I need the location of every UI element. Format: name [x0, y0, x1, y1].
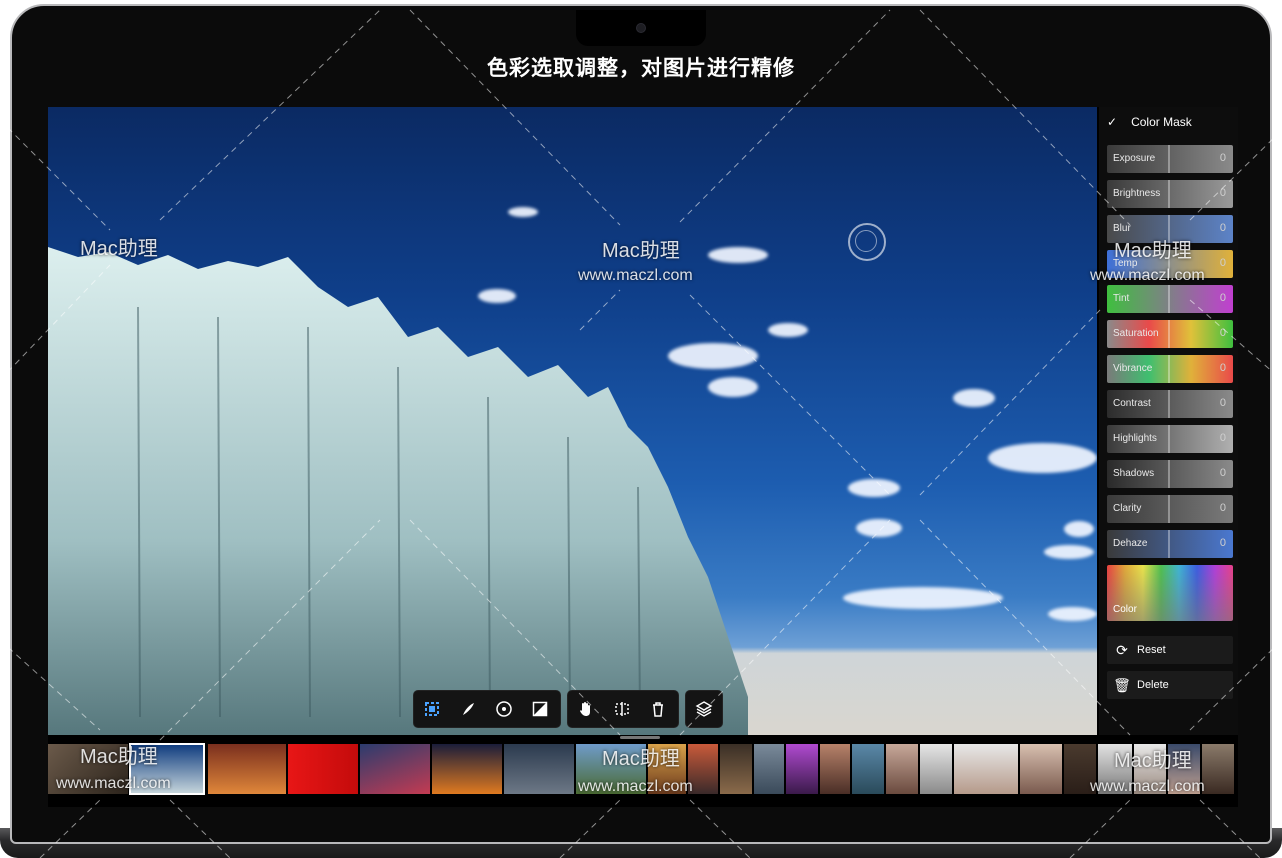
- color-picker[interactable]: Color: [1107, 565, 1233, 621]
- slider-thumb[interactable]: [1168, 320, 1170, 348]
- filmstrip-thumbnail[interactable]: [432, 744, 502, 794]
- slider-value: 0: [1219, 397, 1226, 409]
- slider-saturation[interactable]: Saturation 0: [1107, 320, 1233, 348]
- watermark-url: www.maczl.com: [578, 267, 693, 284]
- panel-header[interactable]: ✓ Color Mask: [1107, 115, 1192, 129]
- select-icon[interactable]: [414, 691, 450, 727]
- slider-label: Blur: [1113, 223, 1131, 234]
- watermark-url: www.maczl.com: [1090, 778, 1205, 795]
- slider-label: Saturation: [1113, 328, 1159, 339]
- filmstrip-thumbnail[interactable]: [1020, 744, 1062, 794]
- color-label: Color: [1113, 604, 1137, 615]
- radial-icon[interactable]: [486, 691, 522, 727]
- slider-label: Exposure: [1113, 153, 1156, 164]
- mask-tools-group: [414, 691, 560, 727]
- slider-thumb[interactable]: [1168, 390, 1170, 418]
- slider-value: 0: [1219, 502, 1226, 514]
- panel-title: Color Mask: [1131, 115, 1192, 129]
- delete-button[interactable]: 🗑 Delete: [1107, 671, 1233, 699]
- brush-icon[interactable]: [450, 691, 486, 727]
- slider-shadows[interactable]: Shadows 0: [1107, 460, 1233, 488]
- watermark-brand: Mac助理: [80, 746, 158, 768]
- slider-highlights[interactable]: Highlights 0: [1107, 425, 1233, 453]
- photo-canvas[interactable]: [48, 107, 1097, 735]
- check-icon[interactable]: ✓: [1107, 115, 1117, 129]
- watermark-url: www.maczl.com: [1090, 267, 1205, 284]
- adjustment-panel: ✓ Color Mask Exposure 0 Brightness 0 Blur 0 Te…: [1099, 107, 1238, 735]
- split-icon[interactable]: [604, 691, 640, 727]
- slider-brightness[interactable]: Brightness 0: [1107, 180, 1233, 208]
- reset-button[interactable]: ⟳ Reset: [1107, 636, 1233, 664]
- slider-value: 0: [1219, 187, 1226, 199]
- slider-label: Shadows: [1113, 468, 1155, 479]
- trash-icon: 🗑: [1113, 676, 1131, 693]
- watermark-brand: Mac助理: [1114, 240, 1192, 262]
- filmstrip-thumbnail[interactable]: [288, 744, 358, 794]
- watermark-brand: Mac助理: [602, 240, 680, 262]
- slider-value: 0: [1219, 152, 1226, 164]
- filmstrip-thumbnail[interactable]: [886, 744, 918, 794]
- slider-label: Clarity: [1113, 503, 1142, 514]
- slider-contrast[interactable]: Contrast 0: [1107, 390, 1233, 418]
- slider-thumb[interactable]: [1168, 285, 1170, 313]
- slider-thumb[interactable]: [1168, 460, 1170, 488]
- trash-icon[interactable]: [640, 691, 676, 727]
- slider-vibrance[interactable]: Vibrance 0: [1107, 355, 1233, 383]
- slider-dehaze[interactable]: Dehaze 0: [1107, 530, 1233, 558]
- camera-icon: [637, 24, 645, 32]
- slider-value: 0: [1219, 327, 1226, 339]
- slider-thumb[interactable]: [1168, 495, 1170, 523]
- slider-clarity[interactable]: Clarity 0: [1107, 495, 1233, 523]
- watermark-url: www.maczl.com: [578, 778, 693, 795]
- slider-thumb[interactable]: [1168, 355, 1170, 383]
- slider-value: 0: [1219, 257, 1226, 269]
- caption: 色彩选取调整，对图片进行精修: [487, 57, 795, 80]
- watermark-brand: Mac助理: [80, 238, 158, 260]
- filmstrip-thumbnail[interactable]: [754, 744, 784, 794]
- reset-icon: ⟳: [1116, 641, 1128, 658]
- filmstrip-thumbnail[interactable]: [852, 744, 884, 794]
- edit-tools-group: [568, 691, 678, 727]
- filmstrip-thumbnail[interactable]: [954, 744, 1018, 794]
- watermark-brand: Mac助理: [602, 748, 680, 770]
- slider-value: 0: [1219, 467, 1226, 479]
- layers-icon[interactable]: [686, 691, 722, 727]
- radial-mask-handle[interactable]: [848, 223, 886, 261]
- slider-value: 0: [1219, 292, 1226, 304]
- slider-exposure[interactable]: Exposure 0: [1107, 145, 1233, 173]
- slider-value: 0: [1219, 537, 1226, 549]
- filmstrip-thumbnail[interactable]: [504, 744, 574, 794]
- slider-thumb[interactable]: [1168, 425, 1170, 453]
- slider-label: Tint: [1113, 293, 1130, 304]
- filmstrip-thumbnail[interactable]: [786, 744, 818, 794]
- slider-tint[interactable]: Tint 0: [1107, 285, 1233, 313]
- frosted-forest: [48, 247, 748, 735]
- filmstrip-thumbnail[interactable]: [820, 744, 850, 794]
- slider-thumb[interactable]: [1168, 145, 1170, 173]
- slider-value: 0: [1219, 222, 1226, 234]
- slider-label: Contrast: [1113, 398, 1151, 409]
- slider-value: 0: [1219, 362, 1226, 374]
- slider-thumb[interactable]: [1168, 180, 1170, 208]
- gradient-icon[interactable]: [522, 691, 558, 727]
- watermark-url: www.maczl.com: [56, 775, 171, 792]
- slider-thumb[interactable]: [1168, 530, 1170, 558]
- slider-label: Vibrance: [1113, 363, 1153, 374]
- filmstrip-thumbnail[interactable]: [360, 744, 430, 794]
- slider-value: 0: [1219, 432, 1226, 444]
- filmstrip-thumbnail[interactable]: [720, 744, 752, 794]
- filmstrip-thumbnail[interactable]: [920, 744, 952, 794]
- slider-label: Dehaze: [1113, 538, 1148, 549]
- filmstrip-thumbnail[interactable]: [208, 744, 286, 794]
- slider-label: Brightness: [1113, 188, 1161, 199]
- watermark-brand: Mac助理: [1114, 750, 1192, 772]
- filmstrip-thumbnail[interactable]: [1202, 744, 1234, 794]
- app-screen: ✓ Color Mask Exposure 0 Brightness 0 Blur 0 Te…: [48, 107, 1238, 807]
- layers-group: [686, 691, 722, 727]
- filmstrip-resize-handle[interactable]: [620, 736, 660, 739]
- slider-label: Highlights: [1113, 433, 1157, 444]
- hand-icon[interactable]: [568, 691, 604, 727]
